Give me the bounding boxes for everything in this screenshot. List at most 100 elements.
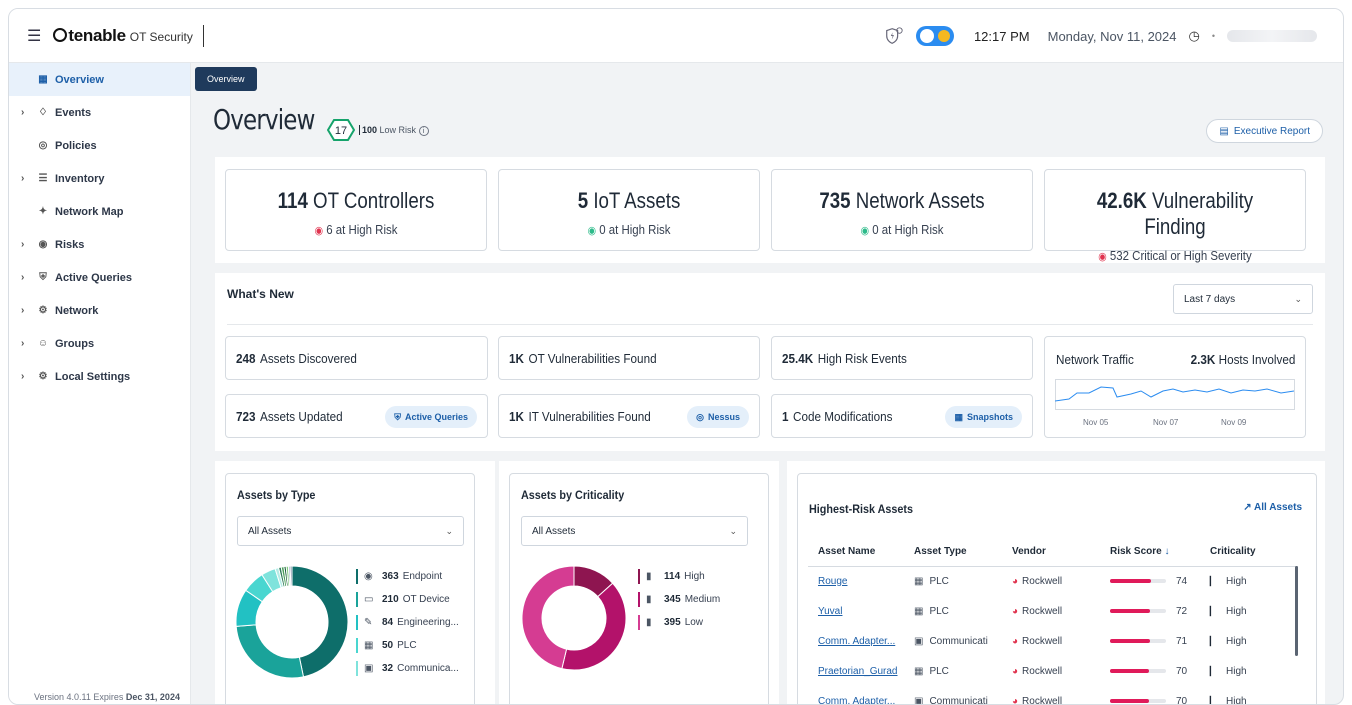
column-header-vendor[interactable]: Vendor <box>1002 538 1100 567</box>
hamburger-menu-icon[interactable]: ☰ <box>27 26 41 46</box>
sidebar-item-policies[interactable]: ◎ Policies <box>9 129 190 162</box>
shield-bolt-icon[interactable] <box>884 25 904 47</box>
stat-assets-discovered[interactable]: 248 Assets Discovered <box>225 336 488 380</box>
legend-item-medium[interactable]: ▮ 345 Medium <box>638 588 720 611</box>
legend-item-ot-device[interactable]: ▭ 210 OT Device <box>356 588 459 611</box>
risk-score-bar <box>1110 638 1166 643</box>
brand-logo[interactable]: tenable OT Security <box>53 26 193 46</box>
nessus-pill[interactable]: ◎ Nessus <box>687 406 749 428</box>
sidebar-item-groups[interactable]: › ☺ Groups <box>9 327 190 360</box>
asset-link[interactable]: Rouge <box>818 576 847 587</box>
asset-type-icon: ▦ <box>914 575 924 587</box>
period-select[interactable]: Last 7 days ⌄ <box>1173 284 1313 314</box>
table-row[interactable]: Praetorian_Gurad ▦ PLC ◕ Rockwell 70 ⎸ High <box>808 656 1298 686</box>
kpi-network-assets[interactable]: 735 Network Assets ◉ 0 at High Risk <box>771 169 1033 251</box>
executive-report-button[interactable]: ▤ Executive Report <box>1206 119 1323 143</box>
legend-label: Engineering... <box>397 617 459 628</box>
legend-swatch <box>638 569 640 584</box>
table-row[interactable]: Yuval ▦ PLC ◕ Rockwell 72 ⎸ High <box>808 596 1298 626</box>
all-assets-link[interactable]: ↗ All Assets <box>1243 502 1302 513</box>
chevron-right-icon: › <box>21 173 25 184</box>
column-header-risk-score[interactable]: Risk Score ↓ <box>1100 538 1200 567</box>
legend-item-endpoint[interactable]: ◉ 363 Endpoint <box>356 565 459 588</box>
kpi-ot-controllers[interactable]: 114 OT Controllers ◉ 6 at High Risk <box>225 169 487 251</box>
signal-high-icon: ⎸ <box>1210 665 1220 677</box>
legend-item-communication[interactable]: ▣ 32 Communica... <box>356 657 459 680</box>
sidebar-item-label: Events <box>55 106 92 119</box>
kpi-vulnerability-finding[interactable]: 42.6K Vulnerability Finding ◉ 532 Critic… <box>1044 169 1306 263</box>
assets-by-criticality-legend: ▮ 114 High ▮ 345 Medium ▮ 395 Low <box>638 565 720 634</box>
risk-score-value: 72 <box>1176 605 1188 617</box>
cell-asset-name[interactable]: Yuval <box>808 596 904 626</box>
column-header-criticality[interactable]: Criticality <box>1200 538 1298 567</box>
clock-icon[interactable]: ◷ <box>1189 28 1200 44</box>
theme-toggle[interactable] <box>915 26 954 46</box>
stat-assets-updated[interactable]: 723 Assets Updated ⛨ Active Queries <box>225 394 488 438</box>
cell-asset-name[interactable]: Comm. Adapter... <box>808 626 904 656</box>
cell-risk-score: 72 <box>1100 596 1200 626</box>
snapshots-pill[interactable]: ▦ Snapshots <box>945 406 1022 428</box>
kpi-subtext: 0 at High Risk <box>872 222 944 237</box>
legend-item-plc[interactable]: ▦ 50 PLC <box>356 634 459 657</box>
link-icon: ↗ <box>1243 502 1252 513</box>
stat-it-vulnerabilities[interactable]: 1K IT Vulnerabilities Found ◎ Nessus <box>498 394 760 438</box>
cell-asset-name[interactable]: Rouge <box>808 566 904 596</box>
user-menu[interactable] <box>1227 30 1317 42</box>
cell-asset-name[interactable]: Comm. Adapter... <box>808 686 904 705</box>
table-row[interactable]: Comm. Adapter... ▣ Communicati ◕ Rockwell 71 ⎸… <box>808 626 1298 656</box>
risk-summary: 100 Low Risk i <box>359 125 429 136</box>
asset-type-filter[interactable]: All Assets ⌄ <box>237 516 464 546</box>
sidebar-item-active-queries[interactable]: › ⛨ Active Queries <box>9 261 190 294</box>
sidebar-item-local-settings[interactable]: › ⚙ Local Settings <box>9 360 190 393</box>
column-header-asset-type[interactable]: Asset Type <box>904 538 1002 567</box>
stat-ot-vulnerabilities[interactable]: 1K OT Vulnerabilities Found <box>498 336 760 380</box>
kpi-label: Network Assets <box>855 188 985 213</box>
asset-link[interactable]: Praetorian_Gurad <box>818 666 898 677</box>
legend-item-low[interactable]: ▮ 395 Low <box>638 611 720 634</box>
table-row[interactable]: Comm. Adapter... ▣ Communicati ◕ Rockwell 70 ⎸… <box>808 686 1298 705</box>
sidebar-item-network[interactable]: › ⚙ Network <box>9 294 190 327</box>
legend-value: 32 <box>382 663 394 674</box>
sidebar-item-network-map[interactable]: ✦ Network Map <box>9 195 190 228</box>
tab-overview[interactable]: Overview <box>195 67 257 91</box>
table-scrollbar[interactable] <box>1295 566 1298 656</box>
kpi-subtext: 6 at High Risk <box>326 222 398 237</box>
risk-score-badge: 17 <box>327 119 355 141</box>
sort-down-icon[interactable]: ↓ <box>1164 546 1169 557</box>
table-row[interactable]: Rouge ▦ PLC ◕ Rockwell 74 ⎸ High <box>808 566 1298 596</box>
donut-slice[interactable] <box>236 624 305 678</box>
ot-device-icon: ▭ <box>364 594 374 605</box>
legend-item-high[interactable]: ▮ 114 High <box>638 565 720 588</box>
column-header-asset-name[interactable]: Asset Name <box>808 538 904 567</box>
sidebar-item-risks[interactable]: › ◉ Risks <box>9 228 190 261</box>
sidebar: ▦ Overview › ♢ Events ◎ Policies › ☰ Inv… <box>9 63 191 704</box>
risk-score-fill <box>1110 608 1151 613</box>
kpi-iot-assets[interactable]: 5 IoT Assets ◉ 0 at High Risk <box>498 169 760 251</box>
clock-date: Monday, Nov 11, 2024 <box>1047 28 1177 44</box>
sidebar-item-label: Active Queries <box>55 271 133 284</box>
legend-value: 363 <box>382 571 399 582</box>
asset-link[interactable]: Yuval <box>818 606 842 617</box>
sidebar-item-events[interactable]: › ♢ Events <box>9 96 190 129</box>
risk-score-bar <box>1110 698 1166 703</box>
active-queries-pill[interactable]: ⛨ Active Queries <box>385 406 477 428</box>
legend-swatch <box>356 661 358 676</box>
sidebar-item-inventory[interactable]: › ☰ Inventory <box>9 162 190 195</box>
criticality-filter[interactable]: All Assets ⌄ <box>521 516 748 546</box>
network-traffic-sparkline: Nov 05 Nov 07 Nov 09 <box>1055 379 1295 427</box>
network-traffic-card[interactable]: Network Traffic 2.3K Hosts Involved Nov … <box>1044 336 1306 438</box>
sidebar-item-label: Groups <box>55 337 95 350</box>
asset-type-label: PLC <box>929 605 949 617</box>
cell-asset-name[interactable]: Praetorian_Gurad <box>808 656 904 686</box>
asset-link[interactable]: Comm. Adapter... <box>818 696 895 705</box>
sidebar-item-overview[interactable]: ▦ Overview <box>9 63 190 96</box>
asset-link[interactable]: Comm. Adapter... <box>818 636 895 647</box>
stat-label: High Risk Events <box>817 350 907 366</box>
donut-slice[interactable] <box>561 582 626 670</box>
stat-code-modifications[interactable]: 1 Code Modifications ▦ Snapshots <box>771 394 1033 438</box>
stat-high-risk-events[interactable]: 25.4K High Risk Events <box>771 336 1033 380</box>
legend-item-engineering[interactable]: ✎ 84 Engineering... <box>356 611 459 634</box>
risk-score-value: 74 <box>1176 575 1188 587</box>
info-icon[interactable]: i <box>418 126 429 136</box>
donut-slice[interactable] <box>289 566 293 587</box>
